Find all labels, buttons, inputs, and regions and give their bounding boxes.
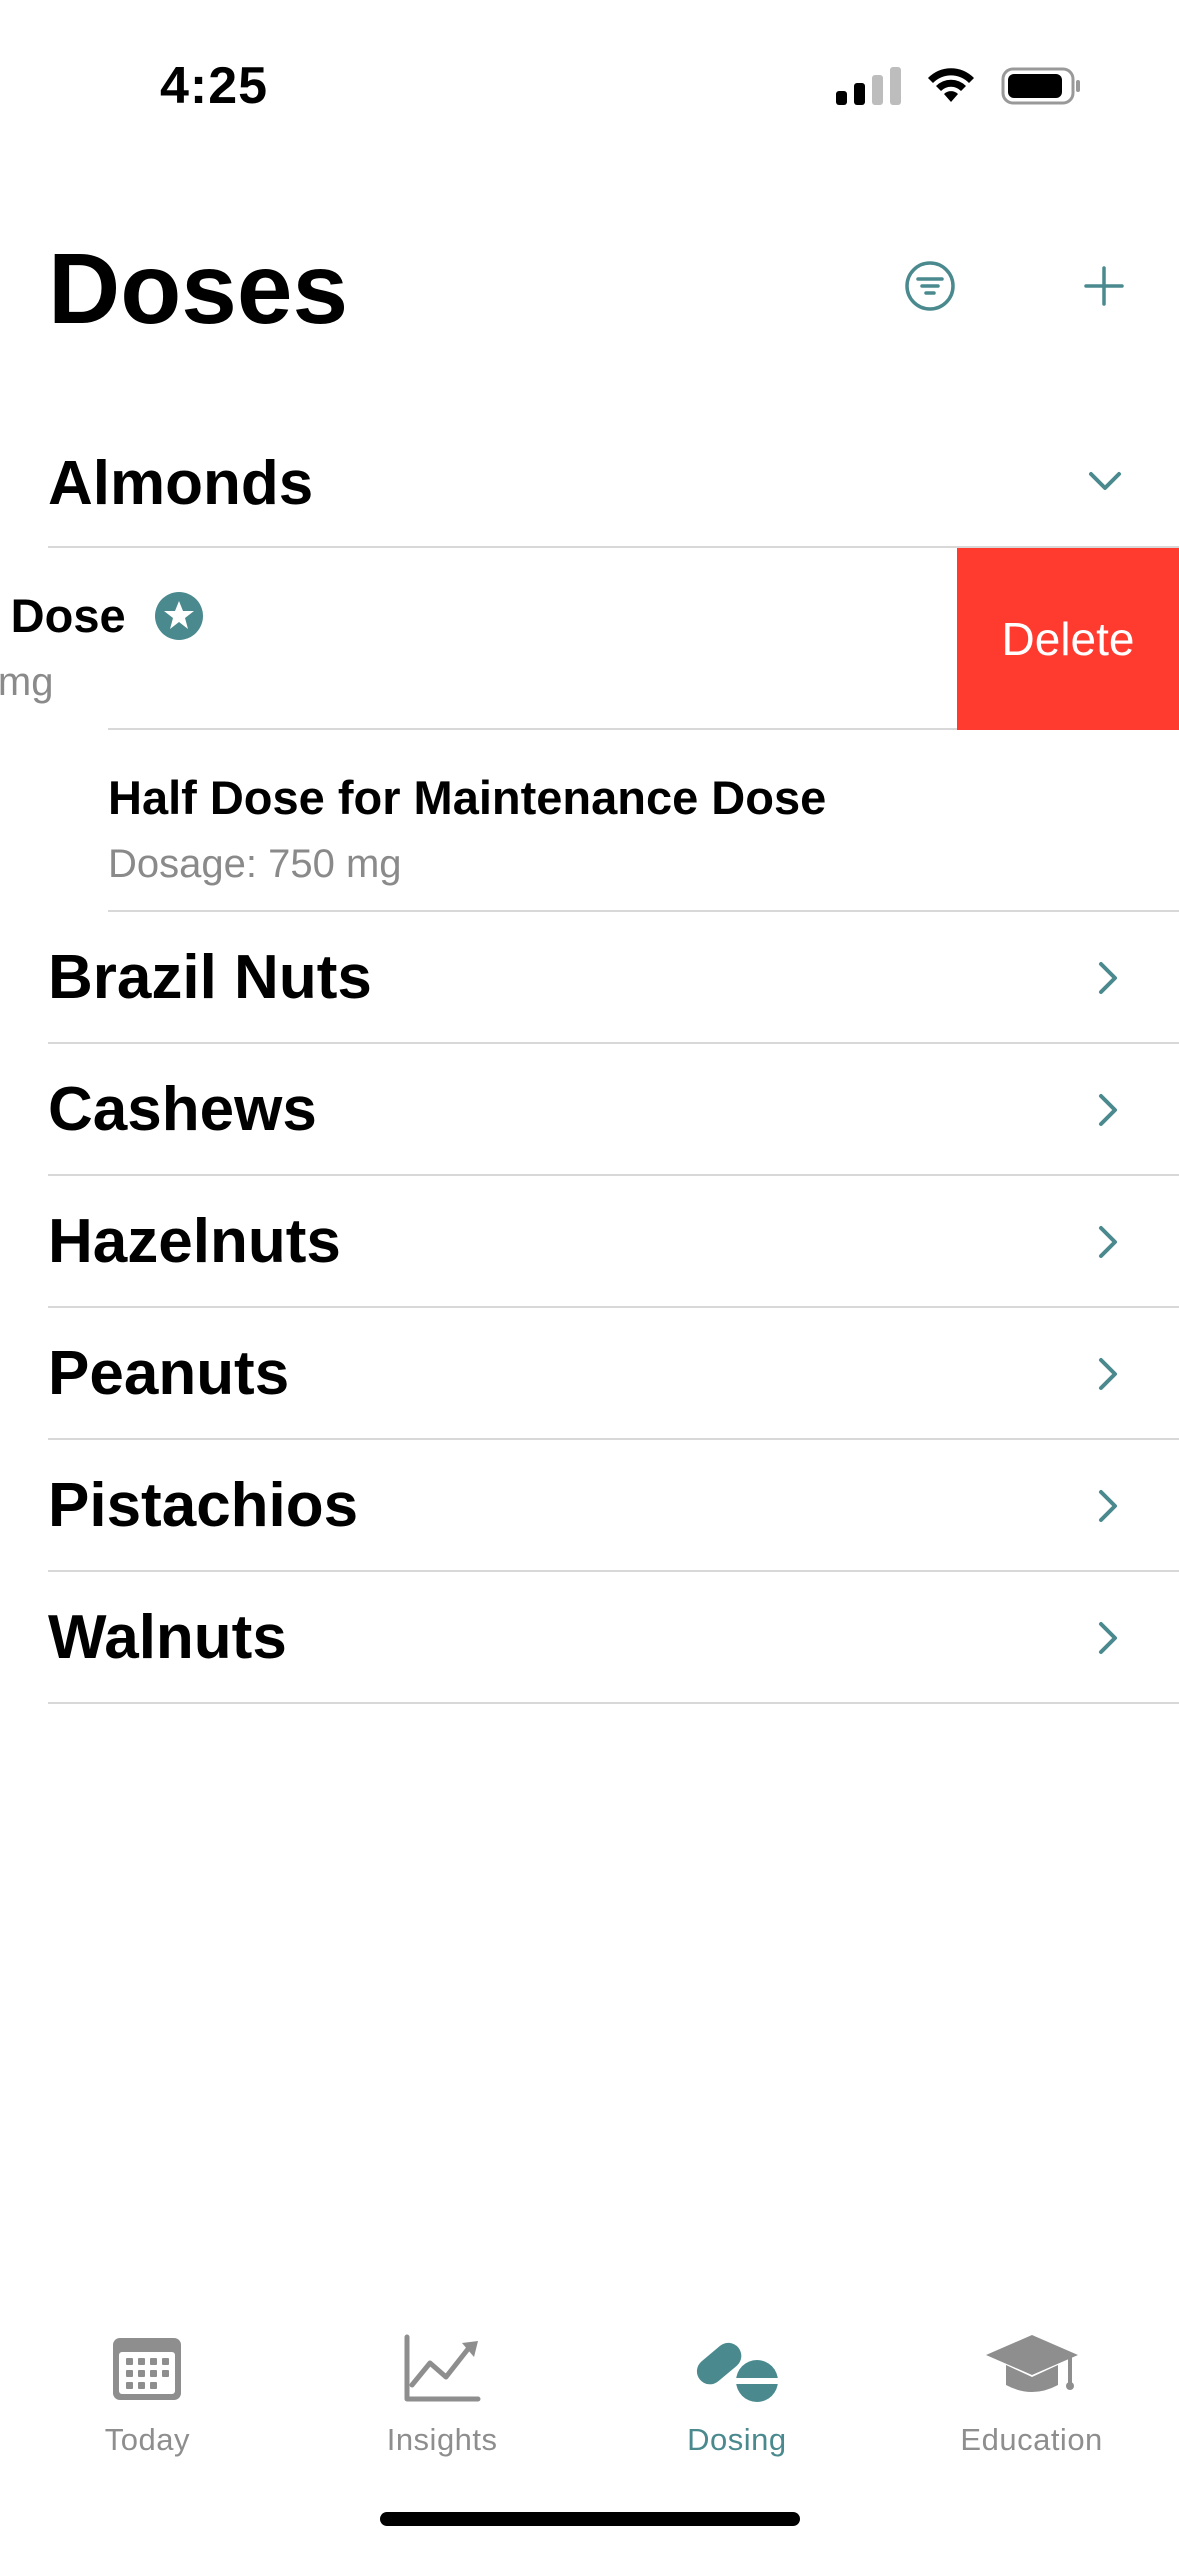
page-title: Doses	[48, 233, 349, 345]
tab-bar: Today Insights Dosing Education	[0, 2300, 1179, 2480]
chevron-right-icon	[1099, 1226, 1117, 1258]
dose-title-row: tenance Dose	[0, 588, 204, 643]
list-item-maintenance-dose[interactable]: tenance Dose ge: 1,500 mg Delete	[0, 548, 1179, 730]
doses-list: Almonds tenance Dose ge: 1,500 mg Delete…	[0, 412, 1179, 1704]
swipe-content: tenance Dose ge: 1,500 mg	[0, 548, 960, 730]
add-dose-button[interactable]	[1068, 250, 1140, 322]
group-row-peanuts[interactable]: Peanuts	[0, 1308, 1179, 1440]
tab-label: Today	[104, 2422, 190, 2457]
group-row-cashews[interactable]: Cashews	[0, 1044, 1179, 1176]
status-bar: 4:25	[0, 0, 1179, 160]
filter-button[interactable]	[894, 250, 966, 322]
chevron-right-icon	[1099, 1094, 1117, 1126]
tab-education[interactable]: Education	[884, 2300, 1179, 2480]
cellular-signal-icon	[836, 67, 901, 105]
divider	[48, 1702, 1179, 1704]
favorite-star-icon	[154, 591, 203, 640]
pill-icon	[682, 2326, 792, 2412]
battery-icon	[1001, 67, 1080, 105]
group-name: Brazil Nuts	[48, 943, 372, 1012]
dose-title: Half Dose for Maintenance Dose	[108, 771, 827, 824]
chevron-right-icon	[1099, 1490, 1117, 1522]
group-name: Hazelnuts	[48, 1207, 341, 1276]
group-row-walnuts[interactable]: Walnuts	[0, 1572, 1179, 1704]
chevron-right-icon	[1099, 962, 1117, 994]
group-name: Cashews	[48, 1075, 317, 1144]
calendar-icon	[92, 2326, 202, 2412]
group-name: Pistachios	[48, 1471, 359, 1540]
tab-label: Education	[960, 2422, 1103, 2457]
group-name: Almonds	[48, 449, 314, 518]
dose-dosage: Dosage: 750 mg	[108, 842, 402, 886]
tab-label: Insights	[386, 2422, 498, 2457]
chevron-down-icon	[1089, 472, 1121, 490]
tab-dosing[interactable]: Dosing	[590, 2300, 885, 2480]
status-time: 4:25	[160, 57, 269, 115]
group-header-almonds[interactable]: Almonds	[0, 412, 1179, 548]
graduation-cap-icon	[977, 2326, 1087, 2412]
group-name: Peanuts	[48, 1339, 290, 1408]
wifi-icon	[928, 68, 974, 102]
list-item-half-dose[interactable]: Half Dose for Maintenance Dose Dosage: 7…	[0, 730, 1179, 912]
filter-icon	[905, 261, 955, 311]
group-name: Walnuts	[48, 1603, 287, 1672]
chart-icon	[387, 2326, 497, 2412]
tab-today[interactable]: Today	[0, 2300, 295, 2480]
group-row-pistachios[interactable]: Pistachios	[0, 1440, 1179, 1572]
group-row-hazelnuts[interactable]: Hazelnuts	[0, 1176, 1179, 1308]
home-indicator[interactable]	[380, 2512, 800, 2526]
tab-label: Dosing	[687, 2422, 787, 2457]
status-icons	[836, 66, 1083, 106]
chevron-right-icon	[1099, 1358, 1117, 1390]
group-row-brazil-nuts[interactable]: Brazil Nuts	[0, 912, 1179, 1044]
delete-button[interactable]: Delete	[957, 548, 1179, 730]
tab-insights[interactable]: Insights	[295, 2300, 590, 2480]
dose-dosage: ge: 1,500 mg	[0, 660, 54, 704]
plus-icon	[1084, 266, 1124, 306]
dose-title: tenance Dose	[0, 589, 126, 642]
chevron-right-icon	[1099, 1622, 1117, 1654]
